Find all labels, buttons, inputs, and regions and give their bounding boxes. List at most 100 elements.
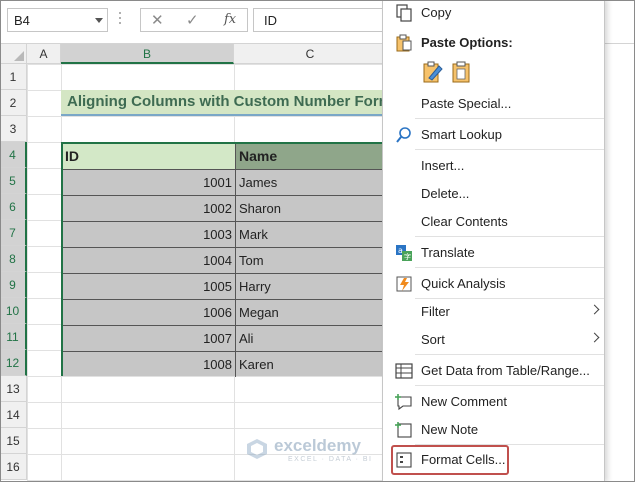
new-note-icon bbox=[395, 422, 412, 438]
menu-item-copy[interactable]: Copy bbox=[383, 0, 606, 26]
paste-icon[interactable] bbox=[449, 60, 473, 84]
name-header-cell[interactable]: Name bbox=[236, 144, 389, 170]
name-cell[interactable]: Harry bbox=[239, 279, 271, 294]
row-header-9[interactable]: 9 bbox=[0, 272, 27, 298]
row-header-10[interactable]: 10 bbox=[0, 298, 27, 324]
menu-item-paste-options: Paste Options: bbox=[383, 30, 606, 56]
menu-item-smart-lookup[interactable]: Smart Lookup bbox=[383, 122, 606, 148]
svg-text:字: 字 bbox=[404, 252, 411, 261]
column-header-a[interactable]: A bbox=[27, 44, 61, 64]
menu-label: Quick Analysis bbox=[421, 276, 506, 291]
row-header-6[interactable]: 6 bbox=[0, 194, 27, 220]
insert-function-icon[interactable]: fx bbox=[224, 12, 236, 27]
name-cell[interactable]: Mark bbox=[239, 227, 268, 242]
exceldemy-logo-icon bbox=[247, 439, 267, 459]
name-cell[interactable]: Sharon bbox=[239, 201, 281, 216]
table-row: 1002 Sharon bbox=[63, 196, 389, 222]
menu-separator bbox=[415, 385, 604, 386]
menu-label: Copy bbox=[421, 5, 452, 20]
table-row: 1006 Megan bbox=[63, 300, 389, 326]
enter-icon[interactable]: ✓ bbox=[186, 11, 199, 29]
menu-label: Delete... bbox=[421, 186, 470, 201]
menu-label: Paste Special... bbox=[421, 96, 512, 111]
id-cell[interactable]: 1001 bbox=[63, 170, 236, 195]
menu-item-new-comment[interactable]: New Comment bbox=[383, 389, 606, 415]
row-header-15[interactable]: 15 bbox=[0, 428, 27, 454]
row-header-2[interactable]: 2 bbox=[0, 90, 27, 116]
sheet-title: Aligning Columns with Custom Number Form bbox=[67, 93, 387, 110]
id-cell[interactable]: 1007 bbox=[63, 326, 236, 351]
menu-label: Clear Contents bbox=[421, 214, 508, 229]
sheet-title-cell[interactable]: Aligning Columns with Custom Number Form bbox=[61, 90, 387, 116]
menu-item-sort[interactable]: Sort bbox=[383, 327, 606, 353]
id-header-cell[interactable]: ID bbox=[63, 144, 236, 170]
row-header-13[interactable]: 13 bbox=[0, 376, 27, 402]
menu-item-quick-analysis[interactable]: Quick Analysis bbox=[383, 271, 606, 297]
name-box[interactable]: B4 bbox=[7, 8, 108, 32]
menu-item-filter[interactable]: Filter bbox=[383, 299, 606, 325]
row-header-12[interactable]: 12 bbox=[0, 350, 27, 376]
watermark-name: exceldemy bbox=[274, 436, 361, 455]
name-cell[interactable]: Ali bbox=[239, 331, 253, 346]
select-all-button[interactable] bbox=[0, 44, 27, 64]
row-header-14[interactable]: 14 bbox=[0, 402, 27, 428]
table-row: 1004 Tom bbox=[63, 248, 389, 274]
translate-icon: a 字 bbox=[396, 245, 412, 261]
table-row: 1005 Harry bbox=[63, 274, 389, 300]
id-cell[interactable]: 1006 bbox=[63, 300, 236, 325]
quick-analysis-icon bbox=[396, 276, 412, 292]
table-row: 1007 Ali bbox=[63, 326, 389, 352]
column-header-b[interactable]: B bbox=[61, 44, 234, 64]
menu-item-new-note[interactable]: New Note bbox=[383, 417, 606, 443]
menu-item-translate[interactable]: a 字 Translate bbox=[383, 240, 606, 266]
watermark-tagline: EXCEL · DATA · BI bbox=[288, 456, 373, 463]
menu-label: Translate bbox=[421, 245, 475, 260]
menu-separator bbox=[415, 118, 604, 119]
row-header-7[interactable]: 7 bbox=[0, 220, 27, 246]
row-header-11[interactable]: 11 bbox=[0, 324, 27, 350]
row-header-4[interactable]: 4 bbox=[0, 142, 27, 168]
row-header-1[interactable]: 1 bbox=[0, 64, 27, 90]
menu-label: New Note bbox=[421, 422, 479, 437]
id-cell[interactable]: 1008 bbox=[63, 352, 236, 377]
name-cell[interactable]: Tom bbox=[239, 253, 264, 268]
menu-item-paste-special[interactable]: Paste Special... bbox=[383, 91, 606, 117]
column-header-c[interactable]: C bbox=[234, 44, 387, 64]
cancel-icon[interactable]: ✕ bbox=[151, 11, 164, 29]
id-cell[interactable]: 1005 bbox=[63, 274, 236, 299]
name-cell[interactable]: James bbox=[239, 175, 277, 190]
row-header-3[interactable]: 3 bbox=[0, 116, 27, 142]
table-icon bbox=[395, 363, 413, 379]
menu-item-clear-contents[interactable]: Clear Contents bbox=[383, 209, 606, 235]
id-cell[interactable]: 1002 bbox=[63, 196, 236, 221]
menu-item-delete[interactable]: Delete... bbox=[383, 181, 606, 207]
copy-icon bbox=[396, 4, 412, 22]
menu-separator bbox=[415, 354, 604, 355]
paste-formatting-icon[interactable] bbox=[421, 60, 445, 84]
menu-separator bbox=[415, 149, 604, 150]
name-cell[interactable]: Karen bbox=[239, 357, 274, 372]
id-cell[interactable]: 1004 bbox=[63, 248, 236, 273]
table-row: 1003 Mark bbox=[63, 222, 389, 248]
row-header-5[interactable]: 5 bbox=[0, 168, 27, 194]
menu-label: Get Data from Table/Range... bbox=[421, 363, 590, 378]
menu-item-insert[interactable]: Insert... bbox=[383, 153, 606, 179]
context-menu: Copy Paste Options: Paste Special... Sma… bbox=[382, 0, 605, 482]
formula-input[interactable]: ID bbox=[253, 8, 383, 32]
menu-label: Insert... bbox=[421, 158, 465, 173]
clipboard-icon bbox=[396, 34, 412, 52]
row-header-16[interactable]: 16 bbox=[0, 454, 27, 480]
chevron-right-icon bbox=[589, 304, 600, 315]
chevron-right-icon bbox=[589, 332, 600, 343]
table-row: 1001 James bbox=[63, 170, 389, 196]
menu-item-get-data[interactable]: Get Data from Table/Range... bbox=[383, 358, 606, 384]
drag-handle[interactable] bbox=[119, 12, 121, 28]
name-box-value: B4 bbox=[14, 13, 30, 28]
name-cell[interactable]: Megan bbox=[239, 305, 279, 320]
chevron-down-icon[interactable] bbox=[95, 18, 103, 23]
row-header-8[interactable]: 8 bbox=[0, 246, 27, 272]
menu-separator bbox=[415, 267, 604, 268]
format-cells-highlight bbox=[391, 445, 509, 475]
id-cell[interactable]: 1003 bbox=[63, 222, 236, 247]
menu-label: Sort bbox=[421, 332, 445, 347]
